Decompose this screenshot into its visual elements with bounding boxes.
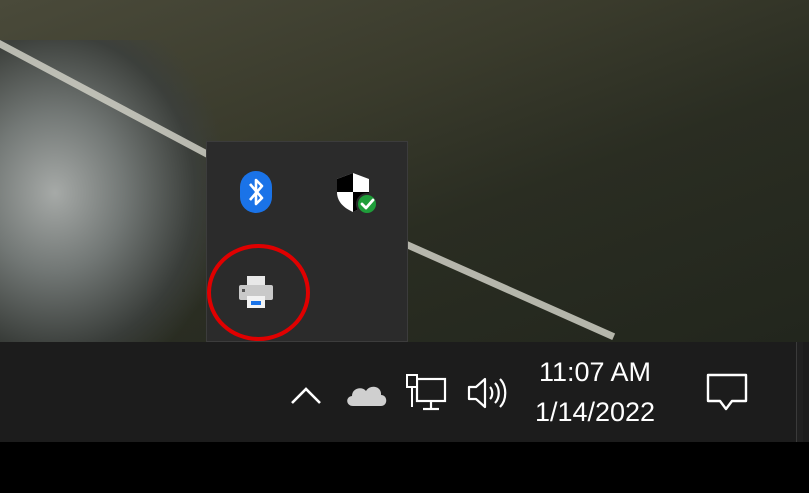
- chevron-up-icon[interactable]: [286, 378, 326, 412]
- highlight-circle: [207, 244, 310, 341]
- clock-time: 11:07 AM: [538, 357, 652, 387]
- road-stripe-lower: [402, 240, 616, 340]
- onedrive-cloud-icon[interactable]: [342, 376, 390, 412]
- network-wired-icon[interactable]: [402, 372, 450, 414]
- volume-icon[interactable]: [462, 372, 512, 414]
- wallpaper-highlight: [0, 40, 220, 342]
- show-desktop-button[interactable]: [796, 342, 803, 442]
- taskbar-clock[interactable]: 11:07 AM 1/14/2022: [520, 352, 670, 432]
- notification-icon[interactable]: [702, 370, 752, 416]
- windows-security-icon[interactable]: [333, 170, 379, 216]
- clock-date: 1/14/2022: [534, 397, 656, 427]
- bluetooth-icon[interactable]: [236, 170, 276, 214]
